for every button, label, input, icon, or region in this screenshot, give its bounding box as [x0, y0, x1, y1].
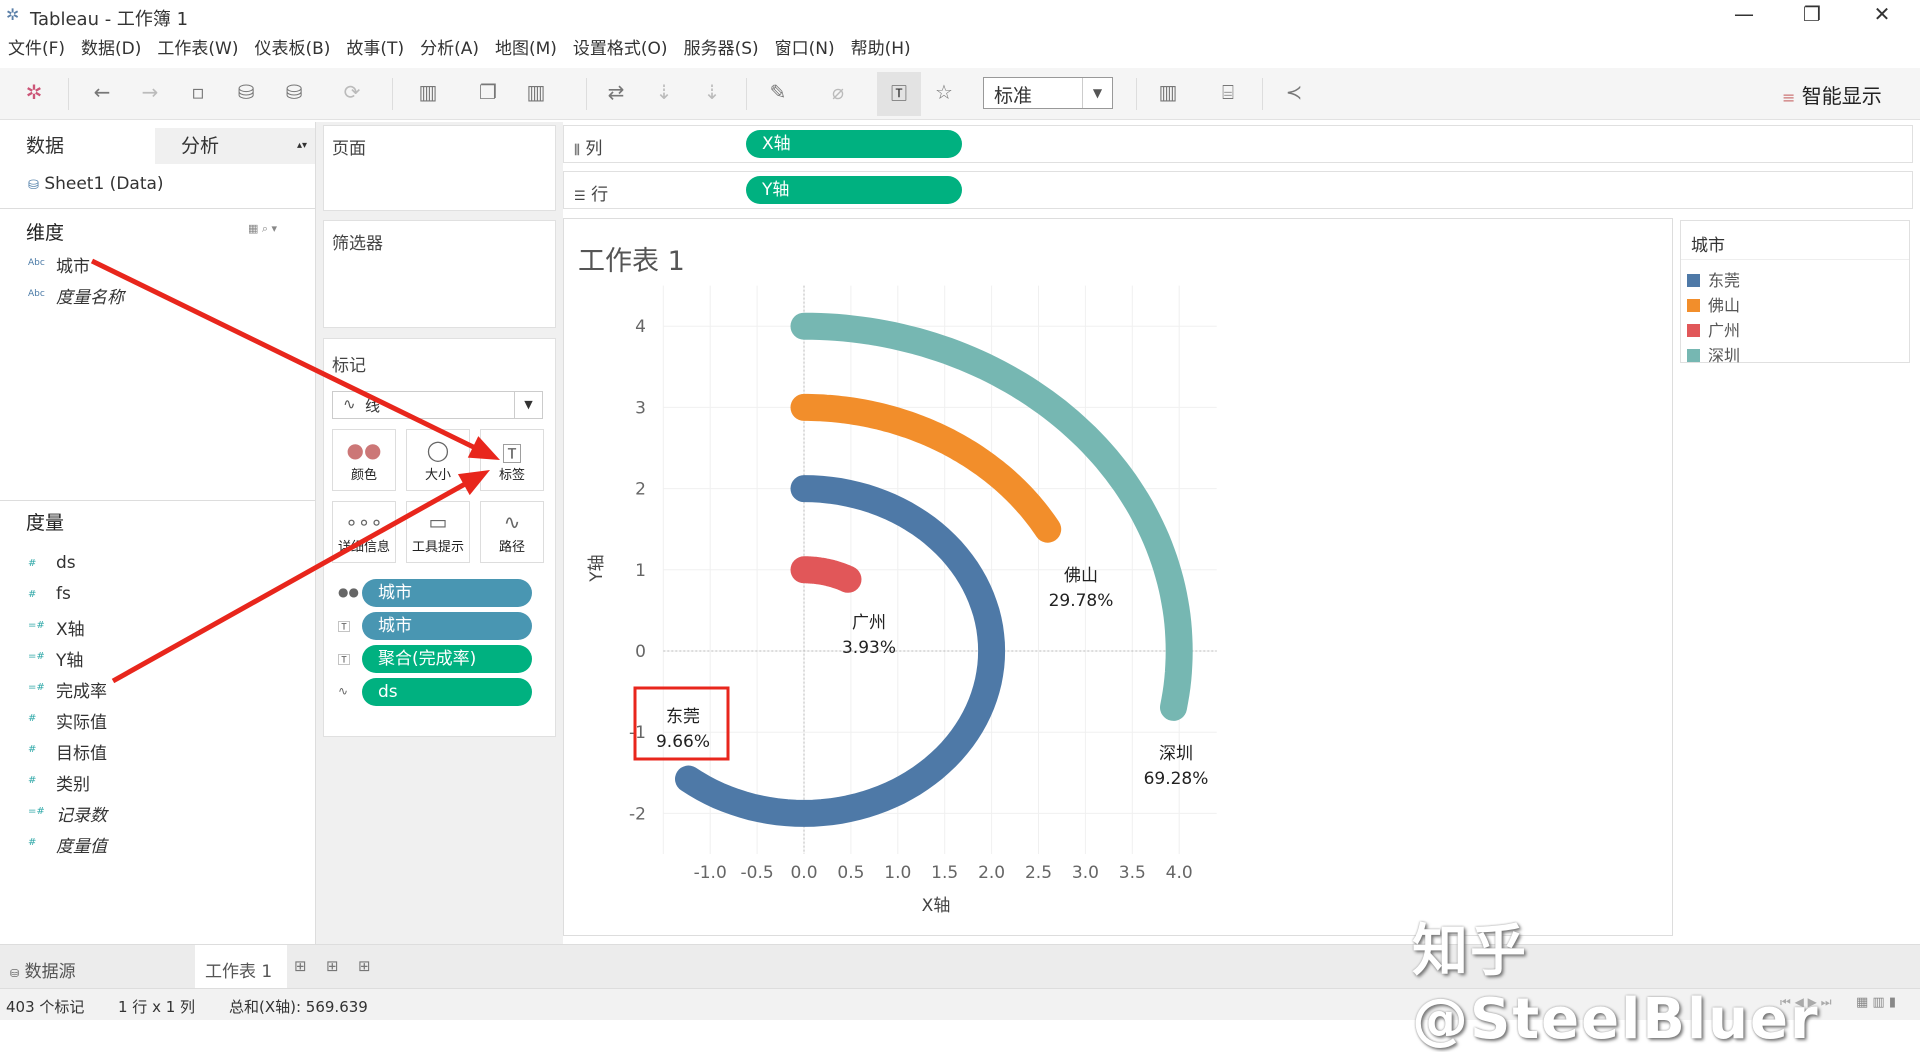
- legend-swatch: [1687, 299, 1700, 312]
- x-tick-label: 0.0: [790, 863, 817, 883]
- status-sum: 总和(X轴): 569.639: [229, 998, 368, 1016]
- status-marks: 403 个标记: [6, 998, 85, 1016]
- tab-sheet1[interactable]: 工作表 1: [195, 945, 287, 989]
- y-tick-label: 3: [635, 398, 646, 418]
- x-tick-label: 4.0: [1166, 863, 1193, 883]
- annotation-arrow-rate-head: [457, 470, 490, 496]
- x-tick-label: -1.0: [694, 863, 727, 883]
- data-label-name: 深圳: [1159, 744, 1193, 764]
- data-label-value: 3.93%: [842, 638, 896, 658]
- x-tick-label: 1.0: [884, 863, 911, 883]
- data-label-value: 9.66%: [656, 732, 710, 752]
- x-tick-label: 1.5: [931, 863, 958, 883]
- x-tick-label: 3.0: [1072, 863, 1099, 883]
- color-legend: 城市 东莞佛山广州深圳: [1680, 220, 1910, 366]
- legend-swatch: [1687, 274, 1700, 287]
- series-arc-广州: [790, 556, 862, 593]
- annotation-arrow-rate: [111, 480, 469, 684]
- new-dashboard-icon[interactable]: ⊞: [326, 957, 339, 975]
- y-tick-label: 1: [635, 561, 646, 581]
- y-tick-label: -1: [629, 723, 646, 743]
- data-label-name: 东莞: [666, 707, 700, 727]
- legend-swatch: [1687, 324, 1700, 337]
- annotation-arrow-city-head: [467, 436, 500, 460]
- legend-swatch: [1687, 349, 1700, 362]
- series-arc-佛山: [790, 393, 1062, 543]
- tab-datasource[interactable]: ⛁ 数据源: [10, 957, 76, 982]
- data-label-value: 69.28%: [1144, 769, 1209, 789]
- legend-label: 深圳: [1708, 346, 1741, 365]
- new-worksheet-icon[interactable]: ⊞: [294, 957, 307, 975]
- status-rows-cols: 1 行 x 1 列: [118, 998, 196, 1016]
- y-tick-label: 4: [635, 317, 646, 337]
- x-tick-label: 3.5: [1119, 863, 1146, 883]
- tab-datasource-label: 数据源: [24, 962, 76, 982]
- y-tick-label: 0: [635, 642, 646, 662]
- y-axis-title: Y轴: [587, 554, 607, 582]
- data-label-name: 佛山: [1064, 566, 1098, 586]
- x-tick-label: -0.5: [741, 863, 774, 883]
- x-tick-label: 2.0: [978, 863, 1005, 883]
- legend-label: 东莞: [1708, 271, 1741, 290]
- legend-item[interactable]: 广州: [1687, 317, 1740, 341]
- legend-item[interactable]: 东莞: [1687, 267, 1740, 291]
- new-story-icon[interactable]: ⊞: [358, 957, 371, 975]
- legend-title: 城市: [1691, 236, 1725, 256]
- y-tick-label: 2: [635, 480, 646, 500]
- y-tick-label: -2: [629, 804, 646, 824]
- x-axis-title: X轴: [922, 896, 951, 916]
- x-tick-label: 2.5: [1025, 863, 1052, 883]
- legend-label: 广州: [1708, 321, 1741, 340]
- annotation-arrow-city: [90, 258, 477, 451]
- legend-item[interactable]: 深圳: [1687, 342, 1740, 366]
- data-label-name: 广州: [852, 613, 886, 633]
- datasource-icon: ⛁: [10, 967, 20, 980]
- watermark: 知乎 @SteelBluer: [1412, 919, 1820, 1052]
- legend-item[interactable]: 佛山: [1687, 292, 1740, 316]
- data-label-value: 29.78%: [1049, 591, 1114, 611]
- x-tick-label: 0.5: [837, 863, 864, 883]
- chart: -1.0 -0.5 0.0 0.5 1.0 1.5 2.0 2.5 3.0 3.5 4.0 4 3 2 1 0…: [90, 258, 1217, 916]
- legend-label: 佛山: [1708, 296, 1741, 315]
